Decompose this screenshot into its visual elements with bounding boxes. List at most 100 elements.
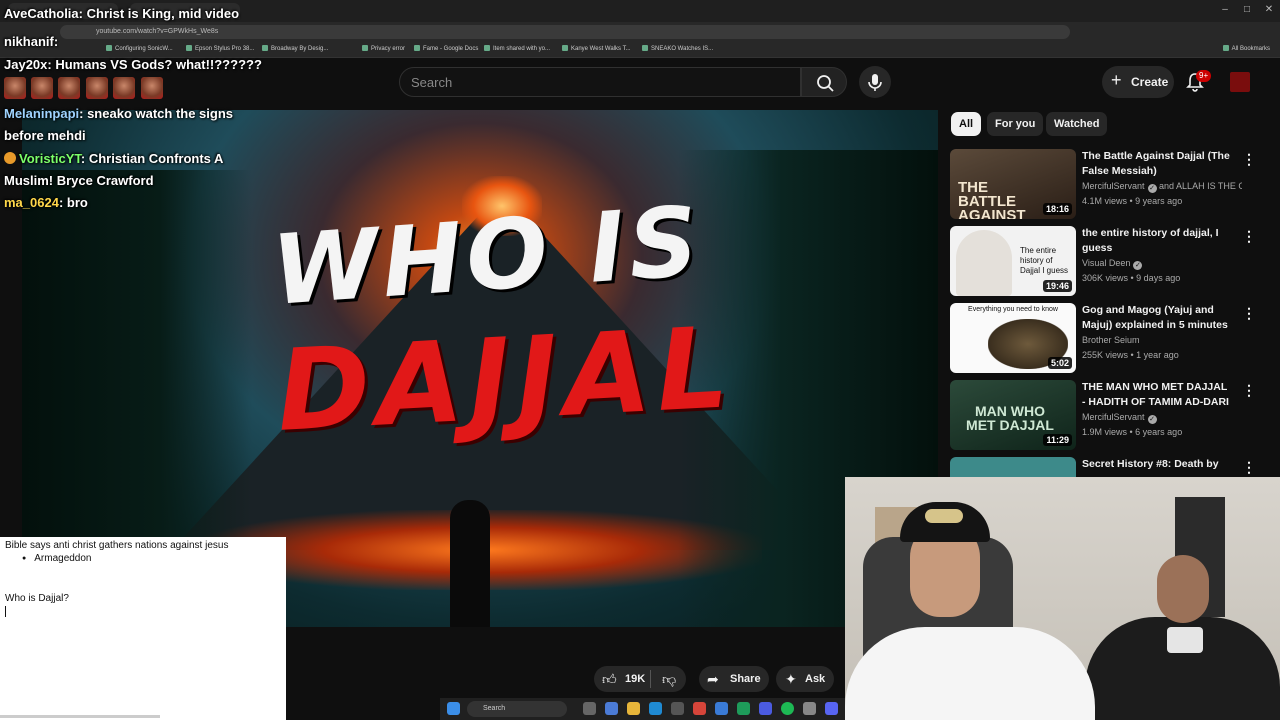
bookmark-item[interactable]: Epson Stylus Pro 38...: [186, 45, 254, 52]
bookmark-item[interactable]: Broadway By Desig...: [262, 45, 328, 52]
video-title[interactable]: Gog and Magog (Yajuj and Majuj) explaine…: [1082, 303, 1232, 333]
recommendation-item[interactable]: Secret History #8: Death by ⋮: [950, 457, 1270, 477]
person-two-chain: [1167, 627, 1203, 653]
video-thumbnail[interactable]: MAN WHO MET DAJJAL 11:29: [950, 380, 1076, 450]
more-options-icon[interactable]: ⋮: [1242, 305, 1256, 322]
chrome-icon[interactable]: [693, 702, 706, 715]
more-options-icon[interactable]: ⋮: [1242, 459, 1256, 476]
thumbs-up-icon: 👍︎: [602, 671, 617, 687]
thumbnail-text: Everything you need to know: [968, 306, 1058, 313]
share-icon: ➦: [707, 671, 719, 687]
like-button[interactable]: 👍︎ 19K 👎︎: [594, 666, 686, 692]
chat-message: Melaninpapi: sneako watch the signs: [4, 106, 234, 121]
video-title[interactable]: the entire history of dajjal, I guess: [1082, 226, 1232, 256]
search-button[interactable]: [801, 67, 847, 97]
video-thumbnail[interactable]: [950, 457, 1076, 477]
person-two-head: [1157, 555, 1209, 623]
bookmark-item[interactable]: Fame - Google Docs: [414, 45, 478, 52]
edge-icon[interactable]: [649, 702, 662, 715]
chip-all[interactable]: All: [951, 112, 982, 136]
video-title[interactable]: Secret History #8: Death by: [1082, 457, 1232, 472]
create-button[interactable]: + Create: [1102, 66, 1174, 98]
address-bar[interactable]: youtube.com/watch?v=GPWkHs_We8s: [60, 25, 1070, 39]
task-view-icon[interactable]: [583, 702, 596, 715]
windows-start-icon[interactable]: [447, 702, 460, 715]
bookmark-item[interactable]: Kanye West Walks T...: [562, 45, 631, 52]
person-one-body: [845, 627, 1095, 720]
chip-for-you[interactable]: For you: [987, 112, 1044, 136]
more-options-icon[interactable]: ⋮: [1242, 151, 1256, 168]
app-icon[interactable]: [803, 702, 816, 715]
avatar[interactable]: [1230, 72, 1250, 92]
close-icon[interactable]: ✕: [1262, 3, 1276, 17]
windows-taskbar: Search: [440, 698, 845, 720]
taskbar-search[interactable]: Search: [467, 701, 567, 717]
minimize-icon[interactable]: –: [1218, 3, 1232, 17]
video-thumbnail[interactable]: Everything you need to know 5:02: [950, 303, 1076, 373]
thumbnail-figure: [956, 230, 1012, 296]
chat-emote: [86, 77, 108, 99]
notes-document[interactable]: Bible says anti christ gathers nations a…: [0, 537, 286, 720]
chat-text: Christian Confronts A: [88, 151, 224, 166]
video-title[interactable]: The Battle Against Dajjal (The False Mes…: [1082, 149, 1232, 179]
app-icon[interactable]: [759, 702, 772, 715]
chat-emote: [141, 77, 163, 99]
channel-name[interactable]: Visual Deen ✓: [1082, 258, 1242, 270]
browser-toolbar: youtube.com/watch?v=GPWkHs_We8s: [0, 22, 1280, 42]
discord-icon[interactable]: [825, 702, 838, 715]
app-icon[interactable]: [605, 702, 618, 715]
more-options-icon[interactable]: ⋮: [1242, 228, 1256, 245]
chat-message: Jay20x: Humans VS Gods? what!!??????: [4, 57, 262, 72]
search-input[interactable]: Search: [399, 67, 801, 97]
excel-icon[interactable]: [737, 702, 750, 715]
recommendation-item[interactable]: Everything you need to know 5:02 Gog and…: [950, 303, 1270, 375]
thumbnail-title-bottom: DAJJAL: [273, 303, 738, 457]
webcam-overlay: [845, 477, 1280, 720]
duration-badge: 11:29: [1043, 434, 1072, 446]
duration-badge: 5:02: [1047, 357, 1072, 369]
thumbnail-text: The entire history of Dajjal I guess: [1020, 246, 1069, 275]
app-icon[interactable]: [715, 702, 728, 715]
chat-text: sneako watch the signs: [87, 106, 234, 121]
channel-name[interactable]: Brother Seium: [1082, 335, 1242, 345]
recommendation-item[interactable]: The entire history of Dajjal I guess 19:…: [950, 226, 1270, 298]
file-explorer-icon[interactable]: [627, 702, 640, 715]
recommendation-item[interactable]: THE BATTLE AGAINST DAJJAL 18:16 The Batt…: [950, 149, 1270, 221]
bookmark-item[interactable]: Privacy error: [362, 45, 405, 52]
chat-text: Humans VS Gods? what!!??????: [55, 57, 262, 72]
video-title[interactable]: THE MAN WHO MET DAJJAL - HADITH OF TAMIM…: [1082, 380, 1232, 410]
video-thumbnail[interactable]: The entire history of Dajjal I guess 19:…: [950, 226, 1076, 296]
chat-username: AveCatholia: [4, 6, 79, 21]
recommendation-item[interactable]: MAN WHO MET DAJJAL 11:29 THE MAN WHO MET…: [950, 380, 1270, 452]
channel-name[interactable]: MercifulServant ✓: [1082, 412, 1242, 424]
bookmarks-bar: Configuring SonicW... Epson Stylus Pro 3…: [0, 42, 1280, 58]
spotify-icon[interactable]: [781, 702, 794, 715]
thumbs-down-icon[interactable]: 👎︎: [662, 666, 676, 692]
app-icon[interactable]: [671, 702, 684, 715]
all-bookmarks[interactable]: All Bookmarks: [1223, 45, 1270, 52]
video-thumbnail[interactable]: THE BATTLE AGAINST DAJJAL 18:16: [950, 149, 1076, 219]
bookmark-item[interactable]: Configuring SonicW...: [106, 45, 173, 52]
channel-name[interactable]: MercifulServant✓ and ALLAH IS THE G...: [1082, 181, 1242, 193]
ask-button[interactable]: ✦ Ask: [776, 666, 834, 692]
taskbar-search-label: Search: [483, 705, 506, 712]
notes-bullet: Armageddon: [22, 553, 91, 564]
verified-icon: ✓: [1147, 184, 1157, 193]
chat-emote: [4, 77, 26, 99]
horizontal-scrollbar[interactable]: [0, 715, 160, 718]
bookmark-item[interactable]: Item shared with yo...: [484, 45, 550, 52]
chat-username: nikhanif: [4, 34, 54, 49]
chip-watched[interactable]: Watched: [1046, 112, 1108, 136]
verified-icon: ✓: [1147, 415, 1157, 424]
maximize-icon[interactable]: □: [1240, 3, 1254, 17]
voice-search-button[interactable]: [859, 66, 891, 98]
text-caret: [5, 606, 6, 617]
chat-emote: [113, 77, 135, 99]
bookmark-item[interactable]: SNEAKO Watches IS...: [642, 45, 713, 52]
share-button[interactable]: ➦ Share: [699, 666, 769, 692]
cap-logo: [925, 509, 963, 523]
search-icon: [817, 75, 834, 92]
like-count: 19K: [625, 673, 646, 685]
plus-icon: +: [1111, 70, 1122, 90]
more-options-icon[interactable]: ⋮: [1242, 382, 1256, 399]
